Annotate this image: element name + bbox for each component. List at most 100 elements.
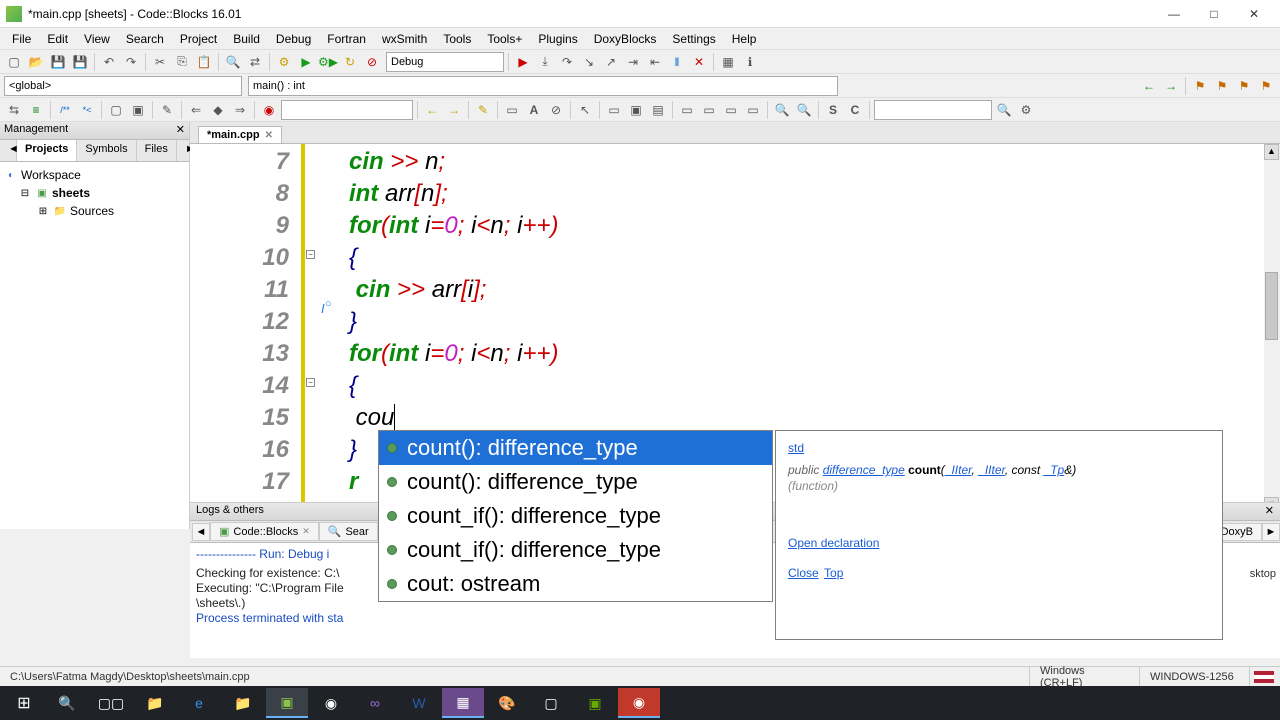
wand-icon[interactable]: ✎ [157,100,177,120]
misc2-icon[interactable]: ▢ [530,688,572,718]
menu-edit[interactable]: Edit [39,30,76,48]
menu-view[interactable]: View [76,30,118,48]
zoom-in-icon[interactable]: 🔍 [772,100,792,120]
function-combo[interactable]: main() : int [248,76,838,96]
diff-icon[interactable]: ≡ [26,100,46,120]
autocomplete-popup[interactable]: count(): difference_type count(): differ… [378,430,773,602]
next-line-icon[interactable]: ↷ [557,52,577,72]
redo-icon[interactable]: ↷ [121,52,141,72]
clear-icon[interactable]: ⊘ [546,100,566,120]
build-target-combo[interactable]: Debug [386,52,504,72]
s-icon[interactable]: S [823,100,843,120]
misc1-icon[interactable]: ▦ [442,688,484,718]
instr3-icon[interactable]: ▭ [721,100,741,120]
scroll-up-icon[interactable]: ▲ [1264,144,1279,160]
maximize-button[interactable]: □ [1194,4,1234,24]
menu-debug[interactable]: Debug [268,30,319,48]
menu-search[interactable]: Search [118,30,172,48]
select-icon[interactable]: ▭ [502,100,522,120]
vs-icon[interactable]: ∞ [354,688,396,718]
open-declaration-link[interactable]: Open declaration [788,536,879,550]
jump-fwd-icon[interactable]: ⇒ [230,100,250,120]
search-opts-icon[interactable]: ⚙ [1016,100,1036,120]
taskview-icon[interactable]: ▢▢ [90,688,132,718]
autocomplete-item-count[interactable]: count(): difference_type [379,431,772,465]
menu-build[interactable]: Build [225,30,268,48]
minimize-button[interactable]: — [1154,4,1194,24]
logs-scroll-left[interactable]: ◄ [192,523,210,541]
start-button[interactable]: ⊞ [4,688,44,718]
language-flag-icon[interactable] [1254,671,1274,683]
build-run-icon[interactable]: ⚙▶ [318,52,338,72]
nav-fwd-icon[interactable]: → [1161,76,1181,96]
info-icon[interactable]: ℹ [740,52,760,72]
instr4-icon[interactable]: ▭ [743,100,763,120]
paste-icon[interactable]: 📋 [194,52,214,72]
break2-icon[interactable]: ▣ [626,100,646,120]
logs-scroll-right[interactable]: ► [1262,523,1280,541]
close-link[interactable]: Close [788,566,819,580]
bookmark-next-icon[interactable]: ⚑ [1234,76,1254,96]
close-panel-icon[interactable]: ✕ [176,123,185,138]
close-logs-icon[interactable]: ✕ [1265,504,1274,519]
break1-icon[interactable]: ▭ [604,100,624,120]
abort-icon[interactable]: ⊘ [362,52,382,72]
tab-projects[interactable]: Projects [17,140,77,161]
left-arrow-icon[interactable]: ← [422,100,442,120]
doxy2-icon[interactable]: ▣ [128,100,148,120]
scroll-thumb[interactable] [1265,272,1278,340]
recorder-icon[interactable]: ◉ [618,688,660,718]
file-explorer-icon[interactable]: 📁 [134,688,176,718]
menu-settings[interactable]: Settings [664,30,723,48]
menu-tools[interactable]: Tools [435,30,479,48]
menu-fortran[interactable]: Fortran [319,30,374,48]
log-tab-codeblocks[interactable]: ▣Code::Blocks✕ [210,522,319,541]
file-tab-main-cpp[interactable]: *main.cpp ✕ [198,126,282,143]
menu-help[interactable]: Help [724,30,765,48]
bookmark-clear-icon[interactable]: ⚑ [1256,76,1276,96]
break3-icon[interactable]: ▤ [648,100,668,120]
nav-back-icon[interactable]: ← [1139,76,1159,96]
camtasia-icon[interactable]: ▣ [574,688,616,718]
bookmark-toggle-icon[interactable]: ⚑ [1190,76,1210,96]
next-instr-icon[interactable]: ⇥ [623,52,643,72]
copy-icon[interactable]: ⎘ [172,52,192,72]
bookmark-prev-icon[interactable]: ⚑ [1212,76,1232,96]
cursor-icon[interactable]: ↖ [575,100,595,120]
menu-plugins[interactable]: Plugins [530,30,585,48]
jump-mark-icon[interactable]: ◆ [208,100,228,120]
vertical-scrollbar[interactable]: ▲ ▼ [1264,144,1280,513]
scope-combo[interactable]: <global> [4,76,242,96]
search-combo[interactable] [874,100,992,120]
step-instr-icon[interactable]: ⇤ [645,52,665,72]
step-into-icon[interactable]: ↘ [579,52,599,72]
tab-symbols[interactable]: Symbols [77,140,136,161]
build-icon[interactable]: ⚙ [274,52,294,72]
c-icon[interactable]: C [845,100,865,120]
log-tab-search[interactable]: 🔍Sear [319,522,378,541]
expand-icon[interactable]: ⊟ [18,186,32,200]
menu-doxyblocks[interactable]: DoxyBlocks [586,30,665,48]
run-to-cursor-icon[interactable]: ⤓ [535,52,555,72]
menu-file[interactable]: File [4,30,39,48]
tabs-scroll-left[interactable]: ◄ [0,140,17,161]
search-go-icon[interactable]: 🔍 [994,100,1014,120]
cut-icon[interactable]: ✂ [150,52,170,72]
rebuild-icon[interactable]: ↻ [340,52,360,72]
instr1-icon[interactable]: ▭ [677,100,697,120]
zoom-out-icon[interactable]: 🔍 [794,100,814,120]
paint-icon[interactable]: 🎨 [486,688,528,718]
replace-icon[interactable]: ⇄ [245,52,265,72]
tab-files[interactable]: Files [137,140,177,161]
save-all-icon[interactable]: 💾 [70,52,90,72]
explorer2-icon[interactable]: 📁 [222,688,264,718]
close-button[interactable]: ✕ [1234,4,1274,24]
project-tree[interactable]: ◐ Workspace ⊟ ▣ sheets ⊞ 📁 Sources [0,162,189,529]
close-tab-icon[interactable]: ✕ [265,130,273,141]
debug-continue-icon[interactable]: ▶ [513,52,533,72]
step-out-icon[interactable]: ↗ [601,52,621,72]
namespace-link[interactable]: std [788,441,804,455]
new-file-icon[interactable]: ▢ [4,52,24,72]
right-arrow-icon[interactable]: → [444,100,464,120]
debugging-windows-icon[interactable]: ▦ [718,52,738,72]
